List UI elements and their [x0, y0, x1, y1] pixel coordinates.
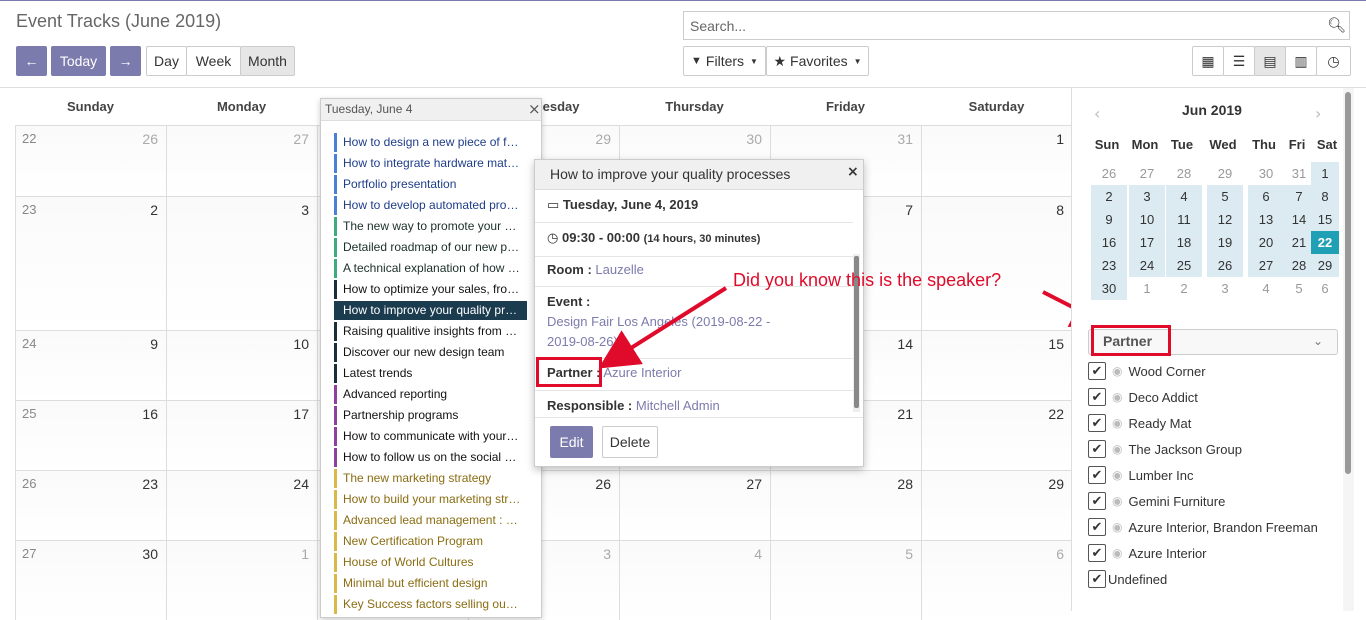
mini-day[interactable]: 15 — [1311, 208, 1339, 231]
mini-day[interactable]: 4 — [1166, 185, 1202, 208]
camera-icon: ◉ — [1112, 468, 1123, 482]
mini-day[interactable]: 27 — [1248, 254, 1284, 277]
partner-name: Azure Interior — [1128, 545, 1207, 561]
mini-day[interactable]: 20 — [1248, 231, 1284, 254]
mini-day[interactable]: 4 — [1248, 277, 1284, 300]
weekday-label: Mon — [1131, 137, 1159, 152]
mini-day[interactable]: 11 — [1166, 208, 1202, 231]
partner-filter-item[interactable]: ✔ ◉ Lumber Inc — [1088, 466, 1194, 484]
mini-day[interactable]: 13 — [1248, 208, 1284, 231]
partner-filter-item[interactable]: ✔ ◉ Azure Interior — [1088, 544, 1207, 562]
mini-day[interactable]: 30 — [1091, 277, 1127, 300]
camera-icon: ◉ — [1112, 494, 1123, 508]
weekday-label: Thu — [1252, 137, 1276, 152]
mini-day[interactable]: 2 — [1091, 185, 1127, 208]
mini-day[interactable]: 5 — [1207, 185, 1243, 208]
mini-day[interactable]: 29 — [1311, 254, 1339, 277]
camera-icon: ◉ — [1112, 390, 1123, 404]
weekday-label: Sat — [1316, 137, 1338, 152]
checkbox[interactable]: ✔ — [1088, 544, 1106, 562]
camera-icon: ◉ — [1112, 364, 1123, 378]
chevron-down-icon: ⌄ — [1313, 334, 1324, 348]
checkbox[interactable]: ✔ — [1088, 492, 1106, 510]
camera-icon: ◉ — [1112, 520, 1123, 534]
partner-name: Wood Corner — [1128, 363, 1206, 379]
mini-day[interactable]: 27 — [1129, 162, 1165, 185]
mini-day[interactable]: 9 — [1091, 208, 1127, 231]
mini-day[interactable]: 2 — [1166, 277, 1202, 300]
mini-day[interactable]: 29 — [1207, 162, 1243, 185]
partner-filter-item[interactable]: ✔ ◉ Azure Interior, Brandon Freeman — [1088, 518, 1318, 536]
mini-day[interactable]: 30 — [1248, 162, 1284, 185]
mini-day[interactable]: 6 — [1248, 185, 1284, 208]
mini-day[interactable]: 3 — [1129, 185, 1165, 208]
partner-name: Ready Mat — [1128, 415, 1192, 431]
mini-day[interactable]: 24 — [1129, 254, 1165, 277]
checkbox[interactable]: ✔ — [1088, 388, 1106, 406]
mini-day[interactable]: 17 — [1129, 231, 1165, 254]
weekday-label: Wed — [1209, 137, 1237, 152]
mini-day[interactable]: 10 — [1129, 208, 1165, 231]
mini-day[interactable]: 28 — [1166, 162, 1202, 185]
partner-filter-item[interactable]: ✔ ◉ The Jackson Group — [1088, 440, 1242, 458]
partner-filter-item[interactable]: ✔ ◉ Wood Corner — [1088, 362, 1206, 380]
partner-name: The Jackson Group — [1128, 441, 1242, 457]
arrow-to-popover — [598, 286, 728, 369]
mini-day[interactable]: 1 — [1311, 162, 1339, 185]
mini-day[interactable]: 12 — [1207, 208, 1243, 231]
checkbox[interactable]: ✔ — [1088, 518, 1106, 536]
chevron-right-icon[interactable]: › — [1315, 104, 1321, 123]
mini-day[interactable]: 26 — [1207, 254, 1243, 277]
weekday-label: Fri — [1288, 137, 1306, 152]
mini-day[interactable]: 6 — [1311, 277, 1339, 300]
partner-filter-item[interactable]: ✔ ◉ Deco Addict — [1088, 388, 1198, 406]
weekday-label: Sun — [1094, 137, 1120, 152]
partner-name: Gemini Furniture — [1128, 493, 1226, 509]
mini-day[interactable]: 25 — [1166, 254, 1202, 277]
partner-filter-item[interactable]: ✔ Undefined — [1088, 570, 1167, 588]
checkbox[interactable]: ✔ — [1088, 466, 1106, 484]
partner-name: Deco Addict — [1128, 389, 1198, 405]
partner-header-highlight-box — [1091, 325, 1171, 356]
camera-icon: ◉ — [1112, 442, 1123, 456]
chevron-left-icon[interactable]: ‹ — [1094, 104, 1100, 123]
checkbox[interactable]: ✔ — [1088, 362, 1106, 380]
weekday-label: Tue — [1170, 137, 1194, 152]
mini-day[interactable]: 18 — [1166, 231, 1202, 254]
partner-name: Undefined — [1108, 571, 1168, 587]
checkbox[interactable]: ✔ — [1088, 440, 1106, 458]
mini-day[interactable]: 23 — [1091, 254, 1127, 277]
scrollbar-thumb[interactable] — [1345, 92, 1351, 474]
camera-icon: ◉ — [1112, 416, 1123, 430]
mini-day[interactable]: 1 — [1129, 277, 1165, 300]
partner-filter-item[interactable]: ✔ ◉ Ready Mat — [1088, 414, 1191, 432]
mini-day[interactable]: 16 — [1091, 231, 1127, 254]
mini-day[interactable]: 26 — [1091, 162, 1127, 185]
camera-icon: ◉ — [1112, 546, 1123, 560]
mini-day[interactable]: 22 — [1311, 231, 1339, 254]
mini-day[interactable]: 3 — [1207, 277, 1243, 300]
mini-day[interactable]: 19 — [1207, 231, 1243, 254]
checkbox[interactable]: ✔ — [1088, 570, 1106, 588]
partner-name: Lumber Inc — [1128, 467, 1194, 483]
checkbox[interactable]: ✔ — [1088, 414, 1106, 432]
partner-name: Azure Interior, Brandon Freeman — [1128, 519, 1318, 535]
partner-filter-item[interactable]: ✔ ◉ Gemini Furniture — [1088, 492, 1225, 510]
mini-day[interactable]: 8 — [1311, 185, 1339, 208]
mini-month-title: Jun 2019 — [1182, 102, 1242, 118]
